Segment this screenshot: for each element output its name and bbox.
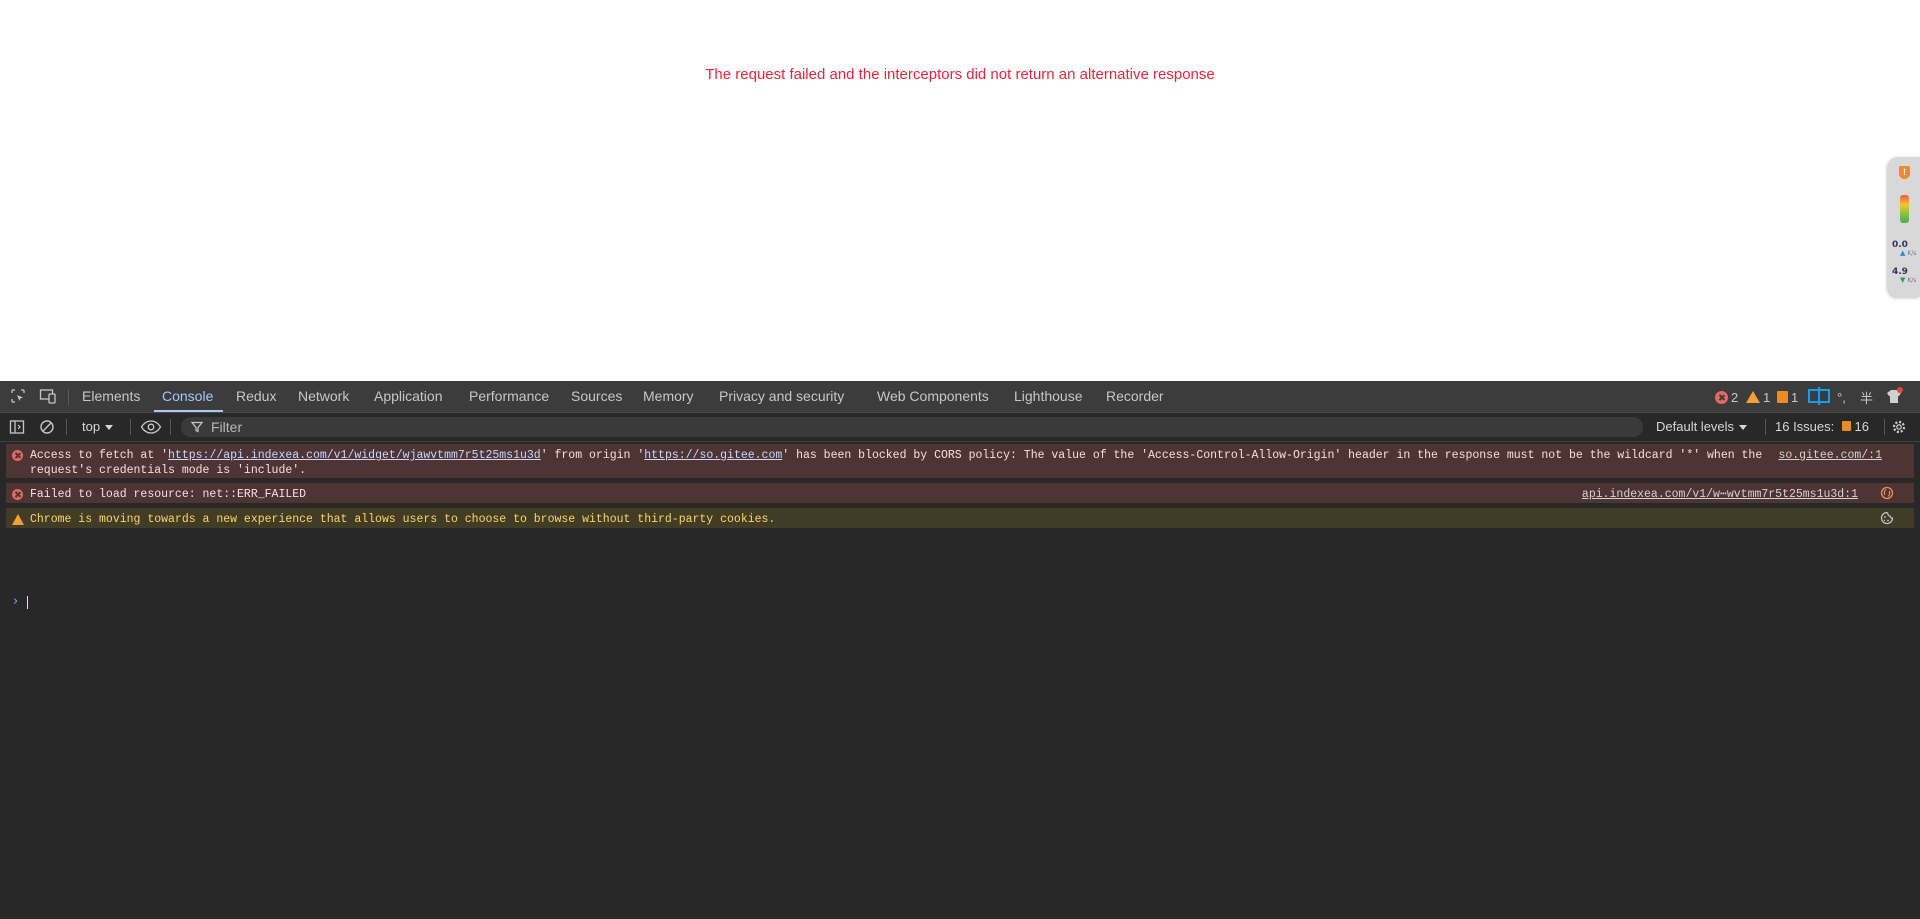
toolbar-divider xyxy=(1884,419,1885,435)
devtools-panel: Elements Console Redux Network Applicati… xyxy=(0,381,1920,919)
tab-elements[interactable]: Elements xyxy=(82,381,140,412)
warning-icon xyxy=(1746,391,1760,403)
chevron-down-icon xyxy=(1739,425,1748,431)
issues-counter[interactable]: 1 xyxy=(1777,389,1798,405)
ime-skin-icon[interactable] xyxy=(1884,387,1904,405)
error-counter[interactable]: 2 xyxy=(1715,389,1738,405)
download-speed: 4.9 ▼ K/s xyxy=(1892,268,1918,285)
upload-speed: 0.0 ▲ K/s xyxy=(1892,241,1918,258)
issue-flag-icon xyxy=(1841,421,1851,431)
tab-privacy-and-security[interactable]: Privacy and security xyxy=(719,381,844,412)
console-message-error[interactable]: Failed to load resource: net::ERR_FAILED… xyxy=(6,483,1914,503)
prompt-cursor[interactable] xyxy=(27,596,28,609)
filter-box[interactable] xyxy=(181,417,1643,437)
tab-redux[interactable]: Redux xyxy=(236,381,276,412)
filter-icon xyxy=(191,421,203,433)
console-message-warning[interactable]: Chrome is moving towards a new experienc… xyxy=(6,508,1914,528)
warning-counter[interactable]: 1 xyxy=(1746,389,1770,405)
console-message-text: Access to fetch at 'https://api.indexea.… xyxy=(30,449,1763,477)
toolbar-divider xyxy=(130,419,131,435)
device-toolbar-icon[interactable] xyxy=(39,387,57,405)
message-source-link[interactable]: so.gitee.com/:1 xyxy=(1778,448,1882,463)
tab-performance[interactable]: Performance xyxy=(469,381,549,412)
log-levels-dropdown[interactable]: Default levels xyxy=(1656,413,1748,441)
devtools-tab-bar: Elements Console Redux Network Applicati… xyxy=(0,381,1920,413)
tab-network[interactable]: Network xyxy=(298,381,349,412)
page-content: The request failed and the interceptors … xyxy=(0,0,1920,381)
dock-side-icon[interactable] xyxy=(1807,387,1831,405)
tab-web-components[interactable]: Web Components xyxy=(877,381,989,412)
toolbar-divider xyxy=(66,419,67,435)
tab-recorder[interactable]: Recorder xyxy=(1106,381,1164,412)
console-message-text: Failed to load resource: net::ERR_FAILED xyxy=(30,488,307,501)
console-toolbar: top Default levels 16 Issues: 16 xyxy=(0,413,1920,442)
request-error-message: The request failed and the interceptors … xyxy=(705,66,1215,83)
inspect-element-icon[interactable] xyxy=(9,387,27,405)
chevron-down-icon xyxy=(105,425,114,431)
filter-input[interactable] xyxy=(209,418,1613,436)
error-icon xyxy=(12,450,23,466)
tab-application[interactable]: Application xyxy=(374,381,443,412)
message-source-link[interactable]: api.indexea.com/v1/w⋯wvtmm7r5t25ms1u3d:1 xyxy=(1582,487,1858,502)
fetch-url-link[interactable]: https://api.indexea.com/v1/widget/wjawvt… xyxy=(168,449,541,462)
issues-button[interactable]: 16 Issues: 16 xyxy=(1775,413,1869,441)
tab-sources[interactable]: Sources xyxy=(571,381,622,412)
alert-badge-icon: ! xyxy=(1899,166,1910,179)
sidebar-toggle-icon[interactable] xyxy=(8,418,26,436)
ime-halfwidth-indicator[interactable]: 半 xyxy=(1860,389,1873,406)
tab-memory[interactable]: Memory xyxy=(643,381,694,412)
network-request-icon[interactable] xyxy=(1880,486,1894,505)
clear-console-icon[interactable] xyxy=(38,418,56,436)
prompt-chevron-icon: › xyxy=(13,594,19,609)
upload-arrow-icon: ▲ xyxy=(1900,249,1906,257)
console-message-error[interactable]: Access to fetch at 'https://api.indexea.… xyxy=(6,444,1914,478)
error-icon xyxy=(12,489,23,505)
issue-flag-icon xyxy=(1777,391,1788,403)
tab-lighthouse[interactable]: Lighthouse xyxy=(1014,381,1083,412)
ime-punctuation-indicator[interactable]: °, xyxy=(1837,389,1846,405)
toolbar-divider xyxy=(1765,419,1766,435)
tab-console[interactable]: Console xyxy=(153,381,224,412)
download-speed-unit: ▼ K/s xyxy=(1900,276,1917,285)
tab-divider xyxy=(68,389,69,405)
cookie-icon[interactable] xyxy=(1880,511,1894,530)
network-speed-widget[interactable]: ! 0.0 ▲ K/s 4.9 ▼ K/s xyxy=(1888,157,1920,297)
speed-meter-icon xyxy=(1900,195,1909,223)
console-message-text: Chrome is moving towards a new experienc… xyxy=(30,513,776,526)
console-settings-gear-icon[interactable] xyxy=(1890,418,1908,436)
error-icon xyxy=(1715,390,1728,404)
live-expression-eye-icon[interactable] xyxy=(140,418,162,436)
origin-url-link[interactable]: https://so.gitee.com xyxy=(644,449,782,462)
context-selector[interactable]: top xyxy=(82,413,114,441)
warning-icon xyxy=(12,514,24,530)
console-prompt[interactable]: › xyxy=(0,594,1920,612)
upload-speed-unit: ▲ K/s xyxy=(1900,249,1917,258)
download-arrow-icon: ▼ xyxy=(1900,276,1906,284)
toolbar-divider xyxy=(170,419,171,435)
